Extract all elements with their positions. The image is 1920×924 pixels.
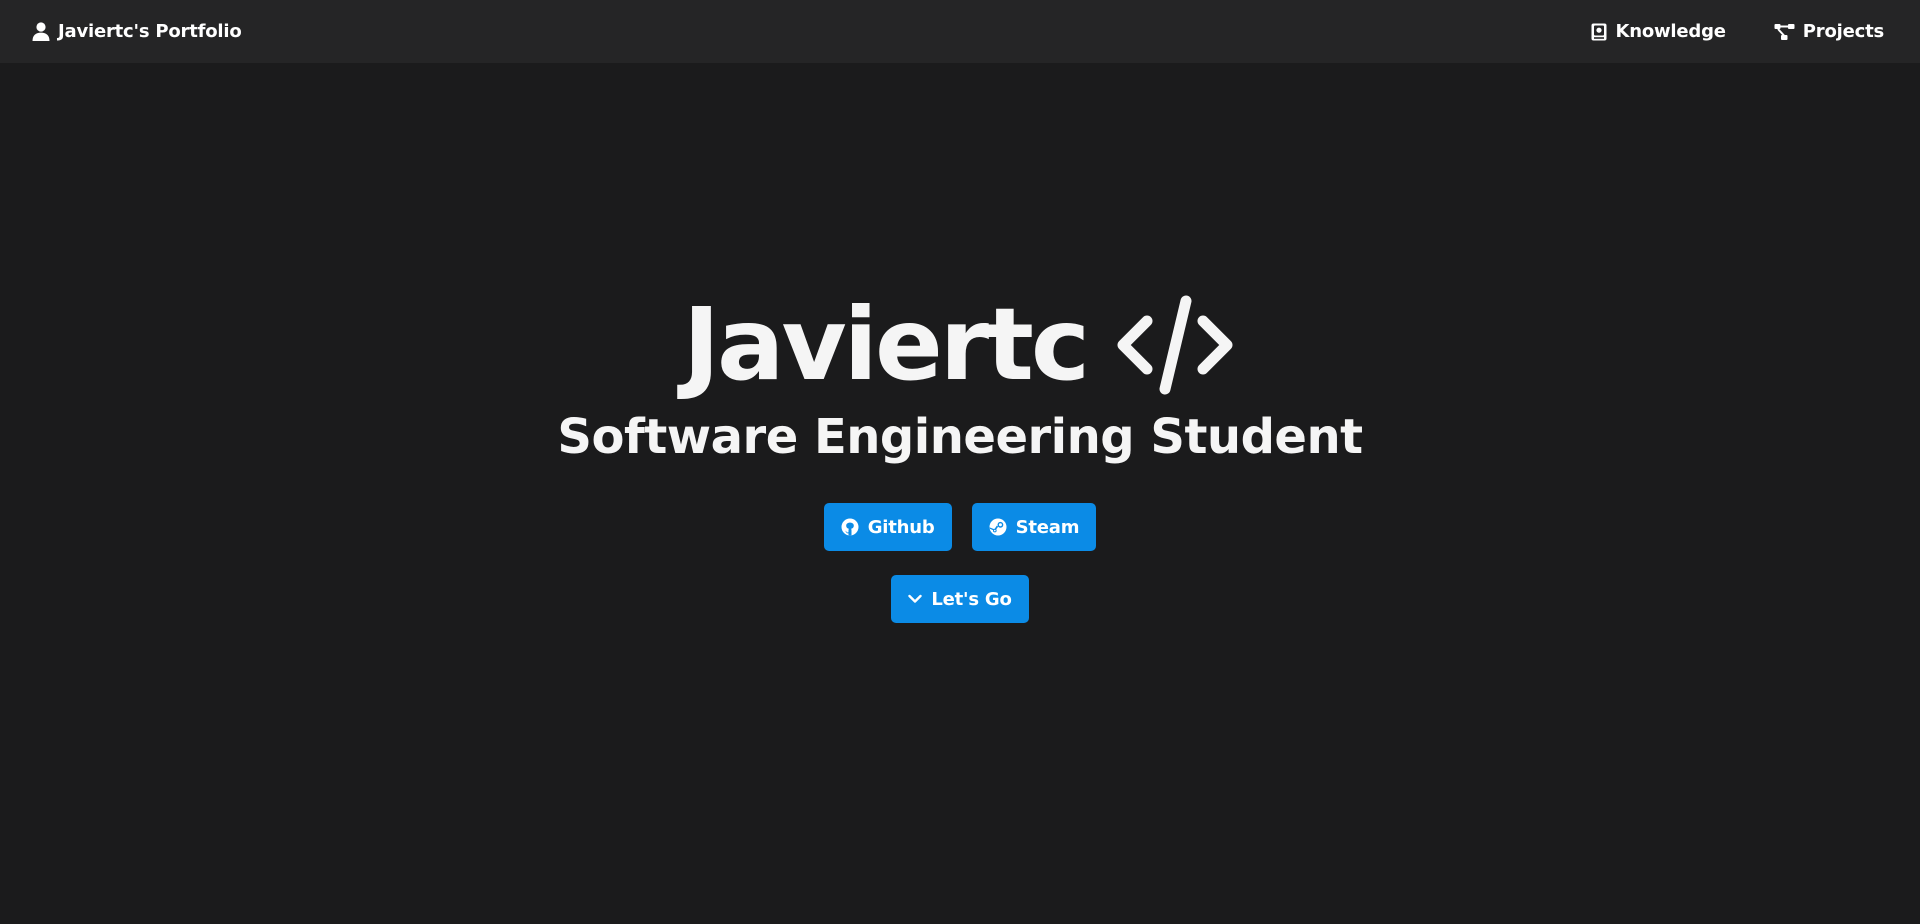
nav-link-knowledge[interactable]: Knowledge <box>1591 21 1726 42</box>
nav-link-label: Knowledge <box>1615 21 1726 42</box>
github-button-label: Github <box>867 516 935 538</box>
hero-title: Javiertc <box>682 286 1090 403</box>
user-icon <box>32 22 50 41</box>
nav-links: Knowledge Projects <box>1591 21 1884 42</box>
steam-button-label: Steam <box>1015 516 1080 538</box>
brand-label: Javiertc's Portfolio <box>58 21 242 42</box>
social-buttons: Github Steam <box>0 503 1920 551</box>
chevron-down-icon <box>908 594 923 604</box>
book-icon <box>1591 23 1607 41</box>
github-button[interactable]: Github <box>823 503 952 551</box>
sitemap-icon <box>1774 23 1795 41</box>
steam-icon <box>989 518 1007 536</box>
brand-link[interactable]: Javiertc's Portfolio <box>32 21 242 42</box>
hero-section: Javiertc Software Engineering Student Gi… <box>0 63 1920 924</box>
navbar: Javiertc's Portfolio Knowledge Projects <box>0 0 1920 63</box>
cta-row: Let's Go <box>0 575 1920 623</box>
github-icon <box>841 518 859 536</box>
code-icon <box>1113 295 1237 395</box>
hero-subtitle: Software Engineering Student <box>557 409 1363 465</box>
lets-go-button[interactable]: Let's Go <box>891 575 1029 623</box>
steam-button[interactable]: Steam <box>971 503 1097 551</box>
lets-go-button-label: Let's Go <box>931 588 1012 610</box>
nav-link-projects[interactable]: Projects <box>1774 21 1884 42</box>
hero-title-row: Javiertc <box>0 295 1920 395</box>
nav-link-label: Projects <box>1802 21 1884 42</box>
